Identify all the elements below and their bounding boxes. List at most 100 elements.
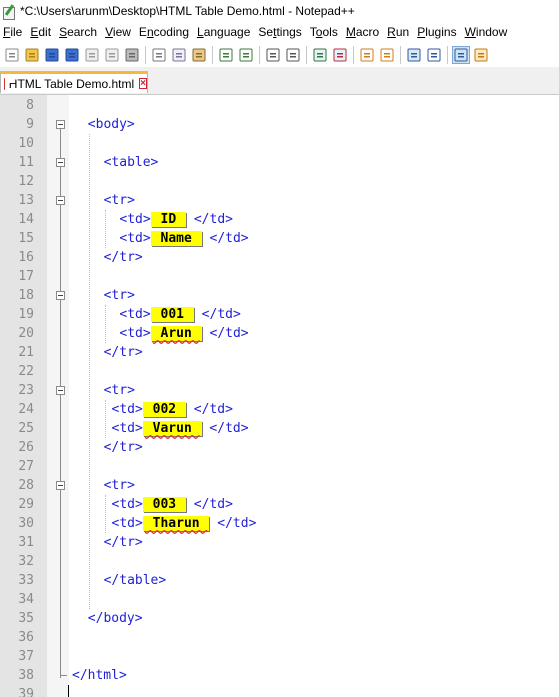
code-line: 21 </tr> <box>0 343 559 362</box>
tag-close: </td> <box>201 231 249 246</box>
line-number: 37 <box>18 649 34 664</box>
tag-close: </td> <box>186 212 233 227</box>
indent-guide-icon[interactable] <box>452 45 470 64</box>
indent-guide <box>104 305 106 343</box>
tag-open: </tr> <box>103 535 143 550</box>
line-number: 32 <box>18 554 34 569</box>
indent-guide <box>88 134 90 609</box>
zoom-in-icon[interactable] <box>312 47 328 63</box>
cell-value-text: 002 <box>144 402 184 417</box>
find-icon[interactable] <box>265 47 281 63</box>
menu-item-view[interactable]: View <box>102 25 136 39</box>
menu-item-tools[interactable]: Tools <box>307 25 343 39</box>
close-tab-icon[interactable]: × <box>139 78 147 89</box>
document-tab[interactable]: HTML Table Demo.html × <box>0 71 148 93</box>
tag-open: <td> <box>119 326 151 341</box>
line-number: 29 <box>18 497 34 512</box>
code-text: </html> <box>72 666 127 685</box>
menu-label-part: S <box>59 24 68 39</box>
zoom-out-icon[interactable] <box>332 47 348 63</box>
menu-item-run[interactable]: Run <box>384 25 414 39</box>
replace-icon[interactable] <box>285 47 301 63</box>
line-number: 22 <box>18 364 34 379</box>
menu-label-part: ols <box>322 24 338 39</box>
undo-icon[interactable] <box>218 47 234 63</box>
code-line: 37 <box>0 647 559 666</box>
line-number: 16 <box>18 250 34 265</box>
code-text: <td> 003 </td> <box>112 495 233 514</box>
line-number: 10 <box>18 136 34 151</box>
fold-toggle-icon[interactable] <box>56 386 65 395</box>
close-icon[interactable] <box>84 47 100 63</box>
code-line: 39 <box>0 685 559 697</box>
menu-label-part: ile <box>10 24 23 39</box>
code-line: 14 <td> ID </td> <box>0 210 559 229</box>
fold-toggle-icon[interactable] <box>56 196 65 205</box>
line-number: 11 <box>18 155 34 170</box>
sync-vertical-icon[interactable] <box>359 47 375 63</box>
sync-horizontal-icon[interactable] <box>379 47 395 63</box>
code-line: 19 <td> 001 </td> <box>0 305 559 324</box>
code-line: 15 <td> Name </td> <box>0 229 559 248</box>
toolbar-separator <box>212 45 213 64</box>
redo-icon[interactable] <box>238 47 254 63</box>
code-line: 33 </table> <box>0 571 559 590</box>
code-line: 20 <td> Arun </td> <box>0 324 559 343</box>
menu-item-window[interactable]: Window <box>462 25 513 39</box>
code-line: 38 </html> <box>0 666 559 685</box>
menu-item-settings[interactable]: Settings <box>255 25 306 39</box>
code-line: 12 <box>0 172 559 191</box>
code-line: 18 <tr> <box>0 286 559 305</box>
menu-item-file[interactable]: File <box>0 25 27 39</box>
code-editor[interactable]: 8 9 <body> 10 11 <table> 12 13 <tr> 14 <td> ID </t… <box>0 95 559 697</box>
menu-item-plugins[interactable]: Plugins <box>414 25 461 39</box>
tag-open: </body> <box>87 611 143 626</box>
menu-item-macro[interactable]: Macro <box>343 25 384 39</box>
menu-item-search[interactable]: Search <box>56 25 102 39</box>
toolbar <box>0 42 559 67</box>
user-defined-language-icon[interactable] <box>473 47 489 63</box>
line-number: 34 <box>18 592 34 607</box>
save-icon[interactable] <box>44 47 60 63</box>
line-number: 30 <box>18 516 34 531</box>
copy-icon[interactable] <box>171 47 187 63</box>
fold-toggle-icon[interactable] <box>56 158 65 167</box>
word-wrap-icon[interactable] <box>406 47 422 63</box>
highlighted-cell-value: Tharun <box>142 516 210 531</box>
highlighted-cell-value: Varun <box>142 421 202 436</box>
fold-toggle-icon[interactable] <box>56 291 65 300</box>
code-line: 36 <box>0 628 559 647</box>
highlighted-cell-value: 002 <box>142 402 186 417</box>
toolbar-separator <box>447 45 448 64</box>
open-file-icon[interactable] <box>24 47 40 63</box>
toolbar-separator <box>259 45 260 64</box>
highlighted-cell-value: ID <box>150 212 187 227</box>
menu-label-part: tings <box>276 24 302 39</box>
paste-icon[interactable] <box>191 47 207 63</box>
code-line: 9 <body> <box>0 115 559 134</box>
save-all-icon[interactable] <box>64 47 80 63</box>
menu-item-edit[interactable]: Edit <box>27 25 56 39</box>
fold-toggle-icon[interactable] <box>56 120 65 129</box>
new-file-icon[interactable] <box>4 47 20 63</box>
close-all-icon[interactable] <box>104 47 120 63</box>
print-icon[interactable] <box>124 47 140 63</box>
menu-item-language[interactable]: Language <box>194 25 255 39</box>
menu-label-part: dit <box>38 24 52 39</box>
code-line: 8 <box>0 96 559 115</box>
code-line: 31 </tr> <box>0 533 559 552</box>
code-line: 25 <td> Varun </td> <box>0 419 559 438</box>
cell-value-text: ID <box>152 212 185 227</box>
code-line: 29 <td> 003 </td> <box>0 495 559 514</box>
tag-open: </tr> <box>103 345 143 360</box>
cut-icon[interactable] <box>151 47 167 63</box>
menu-item-encoding[interactable]: Encoding <box>136 25 194 39</box>
highlighted-cell-value: 001 <box>150 307 194 322</box>
fold-toggle-icon[interactable] <box>56 481 65 490</box>
cell-value-text: Arun <box>152 326 200 341</box>
tag-close: </td> <box>201 326 249 341</box>
tag-open: <td> <box>111 497 143 512</box>
cell-value-text: Name <box>152 231 200 246</box>
show-all-characters-icon[interactable] <box>426 47 442 63</box>
notepad-plus-plus-icon <box>2 3 16 20</box>
